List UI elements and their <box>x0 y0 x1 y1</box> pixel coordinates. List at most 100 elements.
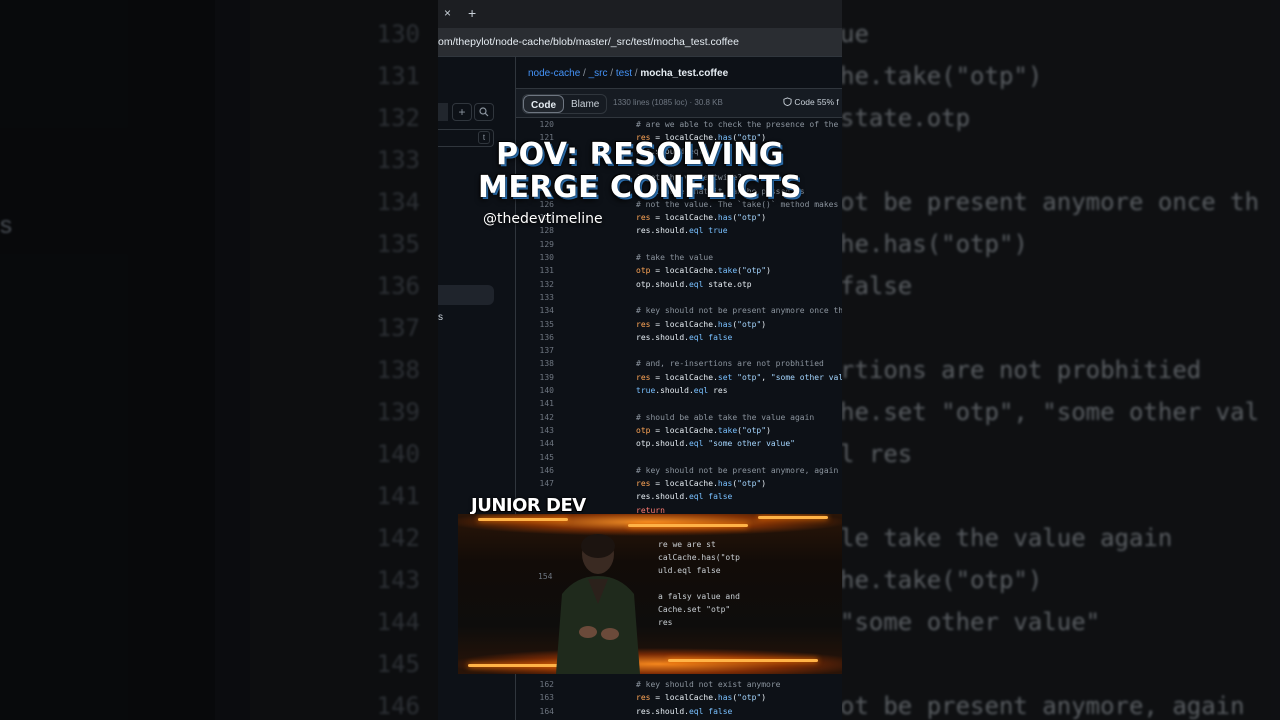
code-text: # and, re-insertions are not probhitied <box>636 359 824 369</box>
code-line: 147 res = localCache.has("otp") <box>516 477 842 490</box>
bg-shade-left <box>0 0 438 720</box>
code-line: 139 res = localCache.set "otp", "some oth… <box>516 371 842 384</box>
code-text: # key should not be present anymore once… <box>636 306 842 316</box>
code-text: # should be able take the value again <box>636 412 815 422</box>
code-line: 162 # key should not exist anymore <box>516 678 842 691</box>
line-number[interactable]: 132 <box>516 278 554 291</box>
code-text: res = localCache.has("otp") <box>636 479 767 489</box>
line-number[interactable]: 144 <box>516 437 554 450</box>
clip-code-line: uld.eql false <box>658 566 721 575</box>
line-number[interactable]: 141 <box>516 397 554 410</box>
address-bar[interactable]: om/thepylot/node-cache/blob/master/_src/… <box>438 28 842 56</box>
clip-code-line <box>658 577 740 590</box>
breadcrumb-repo-link[interactable]: node-cache <box>528 68 580 79</box>
code-line: 142 # should be able take the value again <box>516 411 842 424</box>
search-icon[interactable] <box>474 103 494 121</box>
clip-code-line: res <box>658 618 673 627</box>
code-text: res = localCache.has("otp") <box>636 319 767 329</box>
code-line: 130 # take the value <box>516 251 842 264</box>
line-number[interactable]: 164 <box>516 705 554 718</box>
code-line: 141 <box>516 397 842 410</box>
line-number[interactable]: 163 <box>516 691 554 704</box>
code-line: 137 <box>516 344 842 357</box>
line-number[interactable]: 162 <box>516 678 554 691</box>
code-line: 146 # key should not be present anymore, … <box>516 464 842 477</box>
code-text: res = localCache.has("otp") <box>636 213 767 223</box>
code-line: 144 otp.should.eql "some other value" <box>516 437 842 450</box>
view-toggle: Code Blame <box>522 94 608 114</box>
line-number[interactable]: 140 <box>516 384 554 397</box>
code-line: 163 res = localCache.has("otp") <box>516 691 842 704</box>
clip-code-line: a falsy value and <box>658 592 740 601</box>
code-text: res.should.eql false <box>636 332 733 342</box>
code-coverage-badge: Code 55% f <box>783 97 839 107</box>
line-number[interactable]: 134 <box>516 304 554 317</box>
spark <box>668 659 818 662</box>
code-text: res.should.eql false <box>636 492 733 502</box>
breadcrumb-src-link[interactable]: _src <box>589 68 608 79</box>
line-number[interactable]: 133 <box>516 291 554 304</box>
code-text: # key should not be present anymore, aga… <box>636 465 839 475</box>
code-text: res.should.eql true <box>636 226 728 236</box>
browser-tab-bar: × + <box>438 0 842 28</box>
code-text: res = localCache.set "otp", "some other … <box>636 372 842 382</box>
line-number[interactable]: 135 <box>516 318 554 331</box>
code-text: res.should.eql false <box>636 706 733 716</box>
clip-code-text: re we are st calCache.has("otp uld.eql fal… <box>658 538 740 629</box>
caption-label: JUNIOR DEV <box>471 495 586 516</box>
tab-code[interactable]: Code <box>523 95 564 113</box>
shield-icon <box>783 97 792 107</box>
url-text: om/thepylot/node-cache/blob/master/_src/… <box>438 36 739 48</box>
sidebar-item-label[interactable]: s <box>438 312 443 323</box>
file-toolbar: Code Blame 1330 lines (1085 loc) · 30.8 … <box>516 88 842 118</box>
line-number[interactable]: 137 <box>516 344 554 357</box>
line-number[interactable]: 136 <box>516 331 554 344</box>
tab-blame[interactable]: Blame <box>564 95 606 113</box>
video-title: POV: RESOLVING MERGE CONFLICTS <box>462 138 818 204</box>
breadcrumb-separator: / <box>580 68 589 79</box>
line-number[interactable]: 145 <box>516 451 554 464</box>
code-text: # are we able to check the presence of t… <box>636 120 839 129</box>
code-line: 138 # and, re-insertions are not probhiti… <box>516 357 842 370</box>
branch-select[interactable] <box>438 103 448 121</box>
line-number[interactable]: 143 <box>516 424 554 437</box>
code-text: res = localCache.has("otp") <box>636 693 767 703</box>
clip-code-line: calCache.has("otp <box>658 553 740 562</box>
clip-code-line: Cache.set "otp" <box>658 605 731 614</box>
line-number[interactable]: 142 <box>516 411 554 424</box>
breadcrumb-separator: / <box>607 68 616 79</box>
code-line: 164 res.should.eql false <box>516 705 842 718</box>
breadcrumb-current-file: mocha_test.coffee <box>640 68 729 79</box>
reaction-clip: 154 re we are st calCache.has("otp uld.eql… <box>458 514 842 674</box>
code-text: # key should not exist anymore <box>636 680 781 689</box>
tab-close-button[interactable]: × <box>444 6 451 20</box>
code-coverage-text: Code 55% f <box>794 97 839 107</box>
line-number[interactable]: 146 <box>516 464 554 477</box>
video-title-line-1: POV: RESOLVING <box>496 137 784 172</box>
line-number[interactable]: 131 <box>516 264 554 277</box>
code-text: otp.should.eql state.otp <box>636 279 752 289</box>
add-file-button[interactable]: + <box>452 103 472 121</box>
creator-handle: @thedevtimeline <box>483 211 603 227</box>
code-line: 120 # are we able to check the presence o… <box>516 118 842 131</box>
code-line: 133 <box>516 291 842 304</box>
code-text: otp.should.eql "some other value" <box>636 439 795 449</box>
line-number[interactable]: 139 <box>516 371 554 384</box>
code-line: 131 otp = localCache.take("otp") <box>516 264 842 277</box>
breadcrumb-test-link[interactable]: test <box>616 68 632 79</box>
line-number[interactable]: 138 <box>516 357 554 370</box>
code-line: 143 otp = localCache.take("otp") <box>516 424 842 437</box>
video-title-line-2: MERGE CONFLICTS <box>478 170 802 205</box>
line-number[interactable]: 147 <box>516 477 554 490</box>
line-number[interactable]: 120 <box>516 118 554 131</box>
code-text: otp = localCache.take("otp") <box>636 266 771 276</box>
code-line: 132 otp.should.eql state.otp <box>516 278 842 291</box>
code-line: 134 # key should not be present anymore o… <box>516 304 842 317</box>
new-tab-button[interactable]: + <box>468 5 476 21</box>
sidebar-item-active[interactable] <box>438 285 494 305</box>
file-meta: 1330 lines (1085 loc) · 30.8 KB <box>613 98 723 107</box>
line-number[interactable]: 129 <box>516 238 554 251</box>
line-number[interactable]: 130 <box>516 251 554 264</box>
code-line: 129 <box>516 238 842 251</box>
breadcrumb: node-cache / _src / test / mocha_test.co… <box>528 68 728 79</box>
